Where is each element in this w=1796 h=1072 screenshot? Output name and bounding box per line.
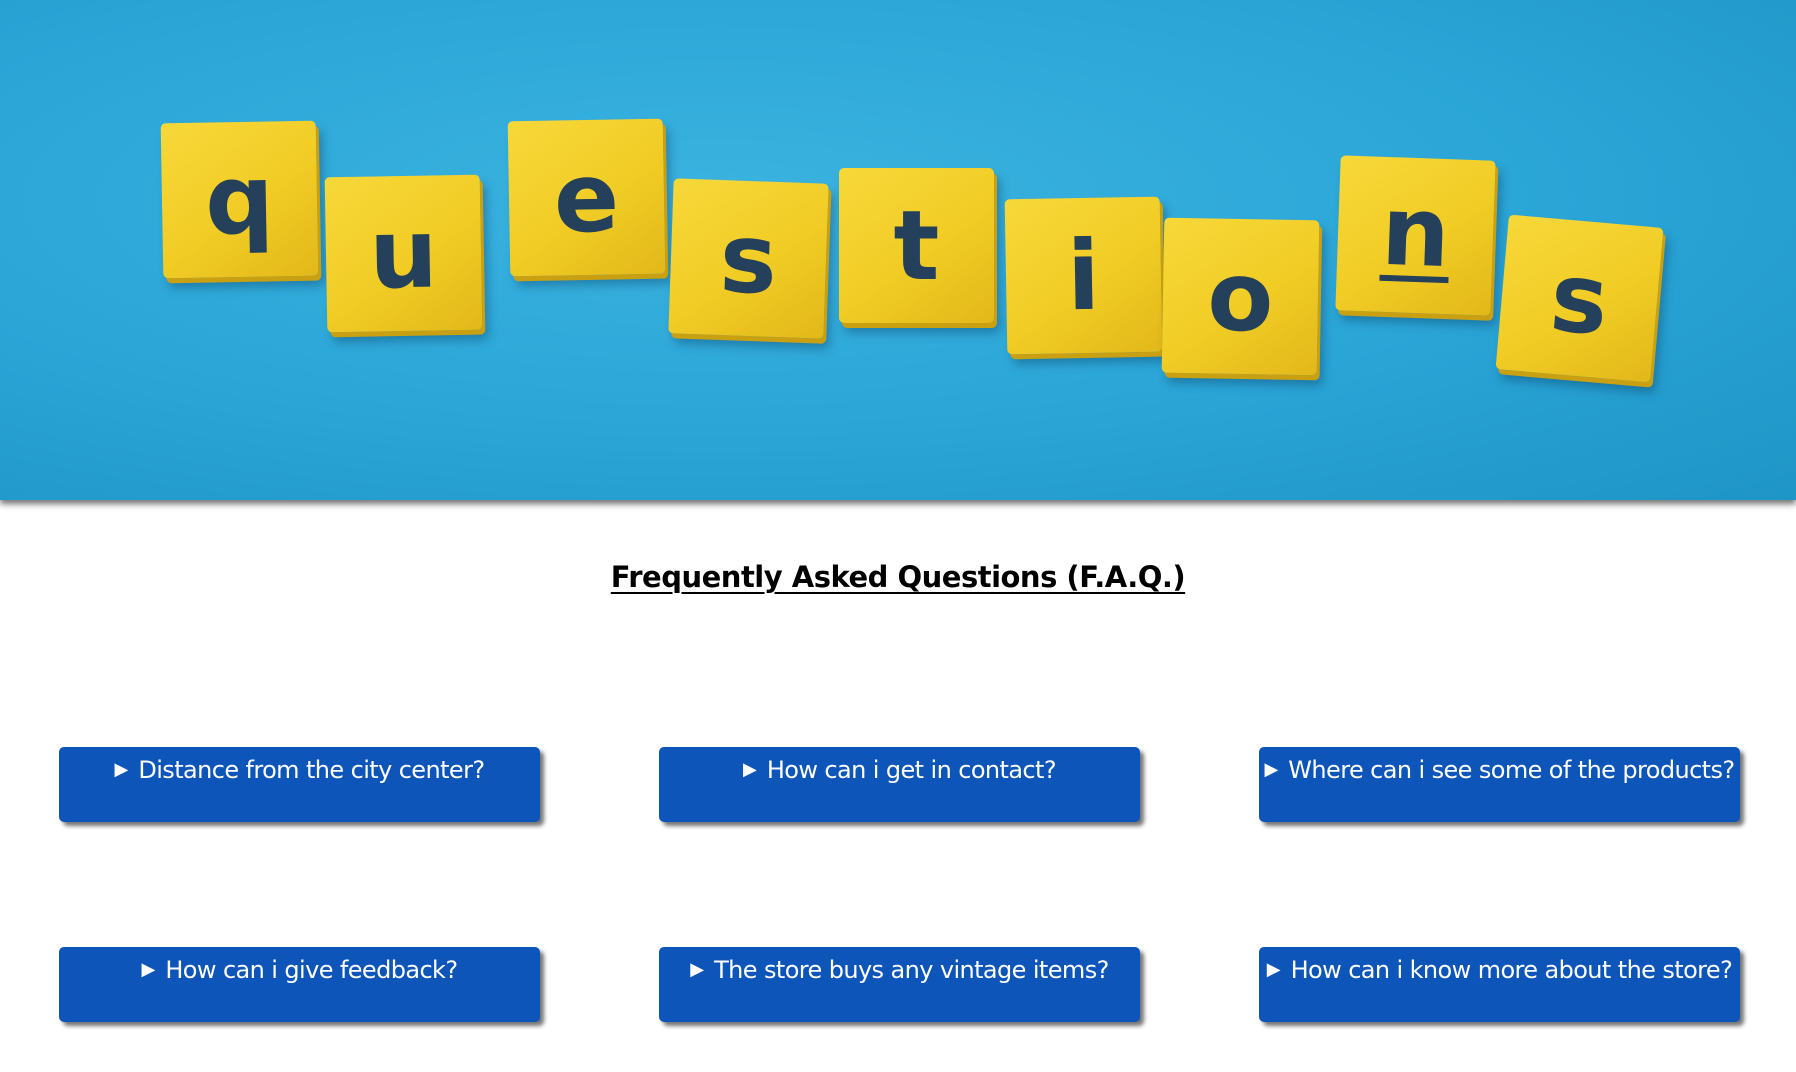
- tile-letter: s: [717, 201, 779, 316]
- tile-letter: n: [1379, 175, 1452, 290]
- tile-letter: q: [204, 142, 275, 257]
- page-title: Frequently Asked Questions (F.A.Q.): [610, 560, 1186, 594]
- faq-item-distance[interactable]: ▶ Distance from the city center?: [59, 747, 540, 822]
- tile-letter: t: [893, 189, 940, 302]
- triangle-right-icon: ▶: [1266, 959, 1281, 980]
- faq-question-label: Where can i see some of the products?: [1288, 756, 1735, 784]
- letter-tile: o: [1161, 217, 1320, 376]
- triangle-right-icon: ▶: [114, 759, 129, 780]
- letter-tile: e: [507, 118, 666, 277]
- tile-letter: i: [1066, 219, 1101, 332]
- tile-letter: u: [368, 196, 439, 311]
- faq-item-vintage[interactable]: ▶ The store buys any vintage items?: [659, 947, 1140, 1022]
- faq-question-label: How can i know more about the store?: [1290, 956, 1733, 984]
- letter-tile: u: [324, 174, 483, 333]
- triangle-right-icon: ▶: [1264, 759, 1279, 780]
- faq-item-contact[interactable]: ▶ How can i get in contact?: [659, 747, 1140, 822]
- letter-tile: n: [1335, 155, 1496, 316]
- faq-question-label: Distance from the city center?: [138, 756, 485, 784]
- tile-letter: e: [552, 140, 621, 255]
- faq-question-label: The store buys any vintage items?: [714, 956, 1109, 984]
- faq-question-label: How can i get in contact?: [766, 756, 1057, 784]
- letter-tile: q: [160, 120, 319, 279]
- triangle-right-icon: ▶: [743, 759, 757, 780]
- tile-letter: s: [1546, 240, 1613, 357]
- faq-question-label: How can i give feedback?: [165, 956, 458, 984]
- tile-letter: o: [1206, 239, 1275, 354]
- triangle-right-icon: ▶: [141, 959, 156, 980]
- letter-tile: i: [1004, 196, 1163, 355]
- letter-tile: t: [839, 168, 994, 323]
- letter-tile: s: [668, 178, 829, 339]
- letter-tile: s: [1495, 214, 1664, 383]
- faq-item-about-store[interactable]: ▶ How can i know more about the store?: [1259, 947, 1740, 1022]
- faq-item-feedback[interactable]: ▶ How can i give feedback?: [59, 947, 540, 1022]
- faq-item-products[interactable]: ▶ Where can i see some of the products?: [1259, 747, 1740, 822]
- hero-banner: q u e s t i o n s: [0, 0, 1796, 500]
- triangle-right-icon: ▶: [690, 959, 705, 980]
